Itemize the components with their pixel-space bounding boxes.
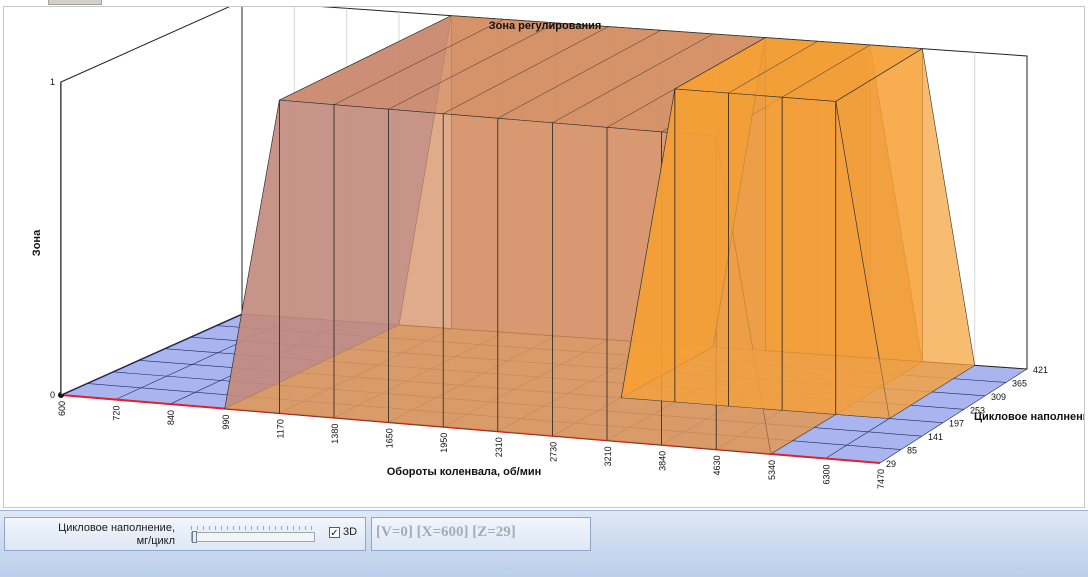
z-tick-label: 197: [949, 419, 964, 429]
control-bar: Цикловое наполнение, мг/цикл ✓ 3D [V=0] …: [0, 510, 1088, 577]
z-tick-label: 85: [907, 446, 917, 456]
x-axis-title: Обороты коленвала, об/мин: [387, 466, 542, 478]
z-axis-title: Цикловое наполнение: [974, 411, 1084, 423]
x-tick-label: 1380: [330, 424, 340, 444]
x-tick-label: 720: [112, 406, 122, 421]
z-tick-label: 141: [928, 432, 943, 442]
x-tick-label: 7470: [876, 469, 886, 489]
y-tick-label: 0: [50, 390, 55, 400]
x-tick-label: 6300: [821, 464, 831, 484]
y-tick-label: 1: [50, 77, 55, 87]
3d-checkbox-label[interactable]: 3D: [343, 526, 357, 538]
z-tick-label: 421: [1033, 365, 1048, 375]
fill-control-panel: Цикловое наполнение, мг/цикл ✓ 3D: [4, 517, 366, 551]
x-tick-label: 1650: [385, 428, 395, 448]
x-tick-label: 840: [166, 410, 176, 425]
z-tick-label: 365: [1012, 378, 1027, 388]
3d-checkbox[interactable]: ✓: [329, 526, 340, 539]
x-tick-label: 3840: [658, 451, 668, 471]
z-tick-label: 29: [886, 459, 896, 469]
x-tick-label: 1170: [275, 419, 285, 438]
y-axis-title: Зона: [31, 229, 43, 256]
x-tick-label: 4630: [712, 455, 722, 475]
chart-title: Зона регулирования: [489, 20, 602, 32]
3d-toggle[interactable]: ✓ 3D: [329, 526, 357, 539]
x-tick-label: 5340: [767, 460, 777, 480]
fill-label: Цикловое наполнение, мг/цикл: [58, 522, 175, 547]
x-tick-label: 600: [57, 401, 67, 416]
fill-slider[interactable]: [191, 526, 315, 544]
x-tick-label: 2730: [548, 442, 558, 462]
slider-track[interactable]: [191, 532, 315, 542]
x-tick-label: 1950: [439, 433, 449, 453]
chart-frame: 600 720 840 990 1170 1380 1650 1950 2310 2730 3210…: [3, 0, 1088, 508]
coords-panel: [V=0] [X=600] [Z=29]: [371, 517, 591, 551]
tab-stub: [48, 0, 102, 5]
coords-readout: [V=0] [X=600] [Z=29]: [376, 524, 516, 540]
z-tick-label: 309: [991, 392, 1006, 402]
x-tick-label: 3210: [603, 446, 613, 466]
chart-3d: 600 720 840 990 1170 1380 1650 1950 2310 2730 3210…: [31, 0, 1088, 489]
x-tick-label: 2310: [494, 437, 504, 457]
slider-thumb[interactable]: [192, 531, 197, 543]
slider-ticks: [191, 526, 315, 530]
x-tick-label: 990: [221, 415, 231, 430]
